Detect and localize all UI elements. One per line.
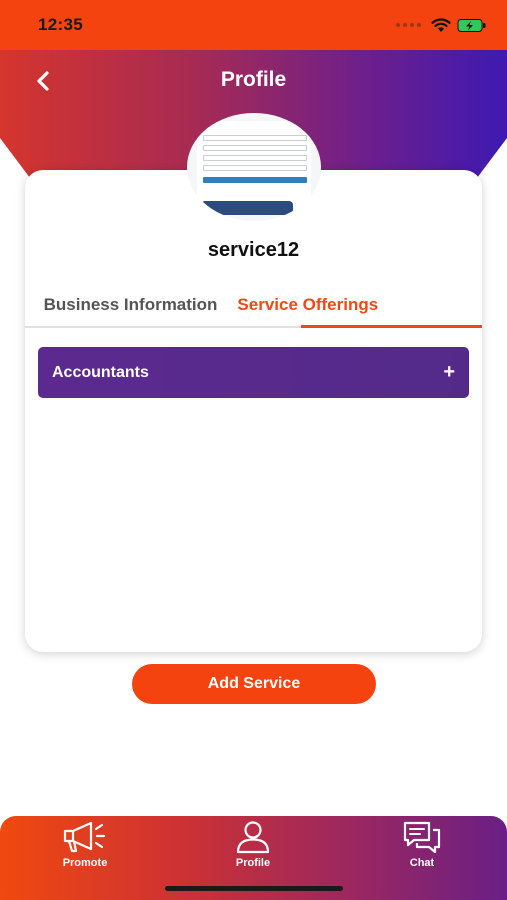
tab-service-offerings[interactable]: Service Offerings [227,282,388,328]
nav-label-chat: Chat [409,857,435,869]
user-icon [236,821,270,854]
profile-username: service12 [207,239,300,261]
plus-icon[interactable]: + [443,361,455,384]
add-service-button[interactable]: Add Service [132,664,376,704]
tab-bar[interactable]: ation Business Information Service Offer… [25,282,482,328]
megaphone-icon [63,821,106,853]
wifi-icon [431,17,451,32]
status-time: 12:35 [38,15,83,34]
tab-personal-information[interactable]: ation [25,282,34,328]
avatar-image [197,121,311,213]
signal-icon [396,23,421,27]
battery-icon [457,18,486,32]
service-label: Accountants [52,363,149,381]
avatar-image-footer [201,201,293,215]
nav-label-profile: Profile [235,857,271,869]
status-bar: 12:35 [0,0,507,50]
service-accordion-accountants[interactable]: Accountants + [38,347,469,398]
active-tab-indicator [301,325,482,328]
nav-item-chat[interactable]: Chat [372,816,472,876]
nav-label-promote: Promote [62,857,108,869]
avatar[interactable] [187,113,321,221]
page-title: Profile [220,68,287,91]
tab-business-information[interactable]: Business Information [34,282,228,328]
chat-icon [403,821,441,854]
home-indicator [165,886,343,891]
status-icons [396,16,487,34]
nav-item-profile[interactable]: Profile [203,816,303,876]
nav-item-promote[interactable]: Promote [35,816,135,876]
